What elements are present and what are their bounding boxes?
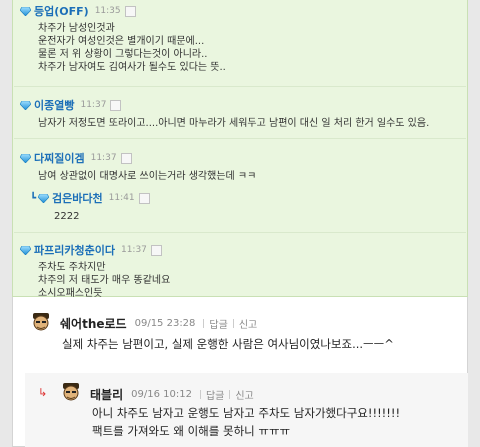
comment-text: 실제 차주는 남편이고, 실제 운행한 사람은 여사님이였나보죠...ㅡㅡ^ [62,337,394,351]
divider [199,390,201,399]
level-badge-icon [150,244,162,256]
diamond-icon [20,100,31,110]
chat-time: 11:37 [120,245,147,255]
chat-entry: 등업(OFF) 11:35 차주가 남성인것과 운전자가 여성인것은 별개이기 … [20,3,226,74]
divider [203,319,205,328]
chat-text: 차주의 저 태도가 매우 똥같네요 [38,275,171,286]
divider [14,138,466,139]
reply-button[interactable]: 답글 [206,387,224,402]
report-button[interactable]: 신고 [239,316,257,331]
chat-text: 남자가 저정도면 또라이고....아니면 마누라가 세워두고 남편이 대신 일 … [38,118,430,129]
chat-entry: 이종열빵 11:37 남자가 저정도면 또라이고....아니면 마누라가 세워두… [20,97,429,130]
report-button[interactable]: 신고 [235,387,253,402]
diamond-icon [38,193,50,203]
reply-arrow-icon: ┗ [30,192,37,204]
divider [232,319,234,328]
chat-time: 11:37 [80,100,107,110]
avatar-icon [30,311,52,333]
chat-text: 차주가 남성인것과 [38,23,115,34]
comment-text: 아니 차주도 남자고 운행도 남자고 주차도 남자가했다구요!!!!!!! [92,406,401,420]
nested-reply: ┗ 검은바다천 11:41 2222 [30,190,150,223]
chat-entry: 다찌질이겜 11:37 남여 상관없이 대명사로 쓰이는거라 생각했는데 ㅋㅋ [20,150,256,183]
reply-button[interactable]: 답글 [209,316,227,331]
chat-time: 11:37 [90,153,117,163]
comment-nickname[interactable]: 쉐어the로드 [60,315,127,332]
divider [14,232,466,233]
comment-body: 아니 차주도 남자고 운행도 남자고 주차도 남자가했다구요!!!!!!! 팩트… [92,404,400,440]
chat-text: 2222 [54,211,80,222]
diamond-icon [20,245,31,255]
chat-text: 남여 상관없이 대명사로 쓰이는거라 생각했는데 ㅋㅋ [38,171,257,182]
level-badge-icon [124,5,136,17]
comment-text: 팩트를 가져와도 왜 이해를 못하니 ㅠㅠㅠ [92,424,291,438]
chat-time: 11:35 [94,6,121,16]
divider [14,86,466,87]
chat-text: 차주가 남자여도 김여사가 될수도 있다는 뜻.. [38,62,226,73]
chat-text: 운전자가 여성인것은 별개이기 때문에... [38,36,205,47]
chat-nickname[interactable]: 파프리카청춘이다 [34,242,115,258]
comment-header: 태블리 09/16 10:12 답글 신고 [90,386,254,403]
avatar-icon [60,381,82,403]
chat-nickname[interactable]: 검은바다천 [52,190,103,206]
level-badge-icon [138,192,150,204]
chat-nickname[interactable]: 등업(OFF) [34,3,89,19]
comment-date: 09/15 23:28 [134,318,196,329]
comment-body: 실제 차주는 남편이고, 실제 운행한 사람은 여사님이였나보죠...ㅡㅡ^ [62,335,394,353]
reply-arrow-icon: ↳ [38,386,48,399]
chat-entry: 파프리카청춘이다 11:37 주차도 주차지만 차주의 저 태도가 매우 똥같네… [20,242,170,300]
level-badge-icon [110,99,122,111]
comment-date: 09/16 10:12 [131,389,192,400]
comment-nickname[interactable]: 태블리 [90,386,123,403]
comment-header: 쉐어the로드 09/15 23:28 답글 신고 [60,315,257,332]
diamond-icon [20,153,31,163]
divider [229,390,231,399]
chat-time: 11:41 [108,193,135,203]
diamond-icon [20,6,31,16]
chat-nickname[interactable]: 이종열빵 [34,97,74,113]
chat-text: 물론 저 위 상황이 그렇다는것이 아니라.. [38,49,208,60]
level-badge-icon [120,152,132,164]
chat-text: 주차도 주차지만 [38,262,106,273]
chat-nickname[interactable]: 다찌질이겜 [34,150,85,166]
